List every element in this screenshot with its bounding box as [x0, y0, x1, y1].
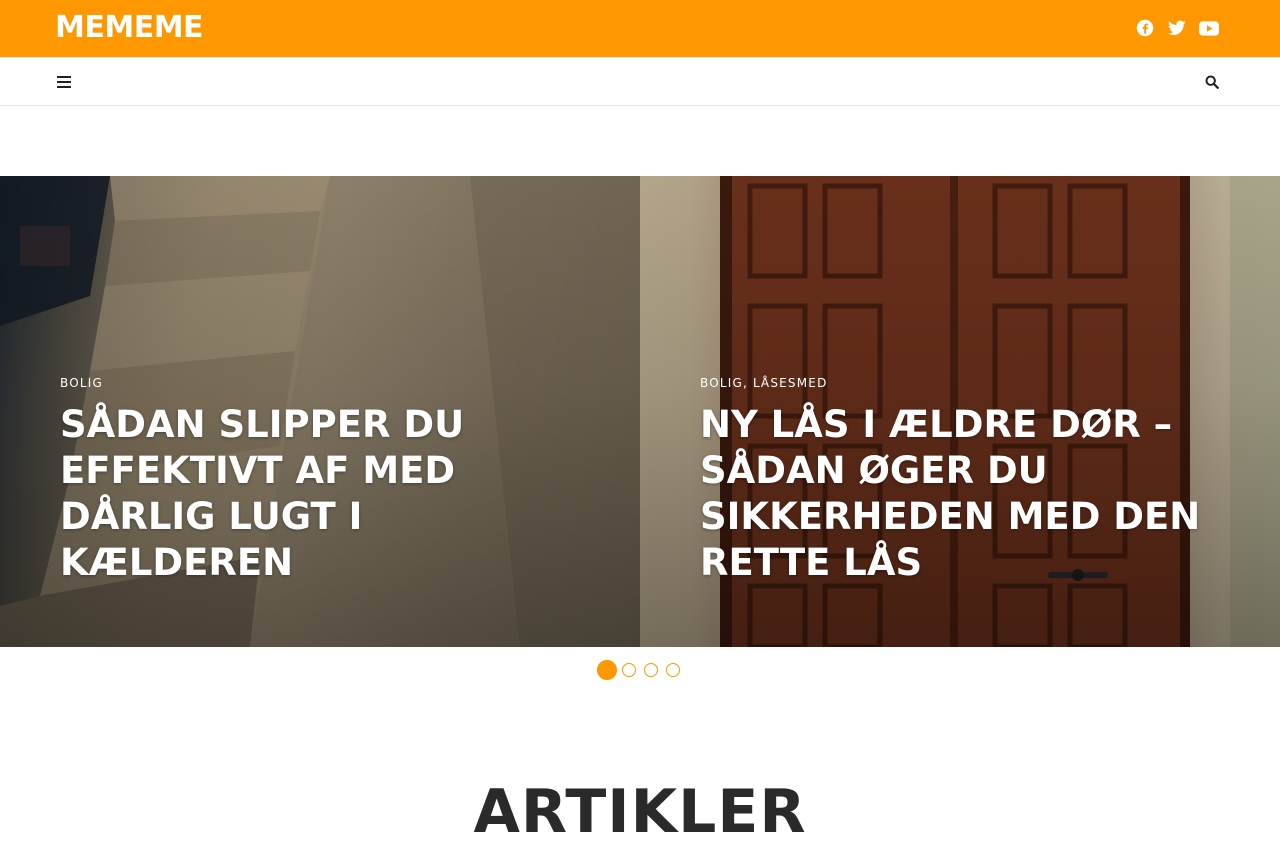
- youtube-link[interactable]: [1198, 17, 1220, 39]
- slide-2-title[interactable]: NY LÅS I ÆLDRE DØR – SÅDAN ØGER DU SIKKE…: [700, 402, 1220, 586]
- slider-dot-3[interactable]: [644, 663, 658, 677]
- site-logo[interactable]: MEMEME: [55, 9, 204, 47]
- slide-2-category[interactable]: BOLIG, LÅSESMED: [700, 376, 828, 390]
- slider-dot-1[interactable]: [597, 660, 617, 680]
- slider-dot-2[interactable]: [622, 663, 636, 677]
- search-icon: [1205, 75, 1219, 89]
- section-title: ARTIKLER: [473, 777, 807, 847]
- main-nav: [0, 57, 1280, 106]
- search-button[interactable]: [1202, 72, 1222, 92]
- facebook-icon: [1136, 19, 1154, 37]
- slide-2[interactable]: BOLIG, LÅSESMED NY LÅS I ÆLDRE DØR – SÅD…: [640, 176, 1280, 647]
- slider-dot-4[interactable]: [666, 663, 680, 677]
- youtube-icon: [1199, 20, 1219, 36]
- twitter-link[interactable]: [1166, 17, 1188, 39]
- hamburger-icon: [57, 76, 71, 88]
- slider-pagination: [597, 660, 688, 680]
- slide-1[interactable]: BOLIG SÅDAN SLIPPER DU EFFEKTIVT AF MED …: [0, 176, 640, 647]
- slide-1-title[interactable]: SÅDAN SLIPPER DU EFFEKTIVT AF MED DÅRLIG…: [60, 402, 580, 586]
- top-header: MEMEME: [0, 0, 1280, 57]
- featured-slider: BOLIG SÅDAN SLIPPER DU EFFEKTIVT AF MED …: [0, 176, 1280, 647]
- facebook-link[interactable]: [1134, 17, 1156, 39]
- menu-toggle-button[interactable]: [54, 72, 74, 92]
- slide-1-category[interactable]: BOLIG: [60, 376, 103, 390]
- twitter-icon: [1168, 20, 1186, 35]
